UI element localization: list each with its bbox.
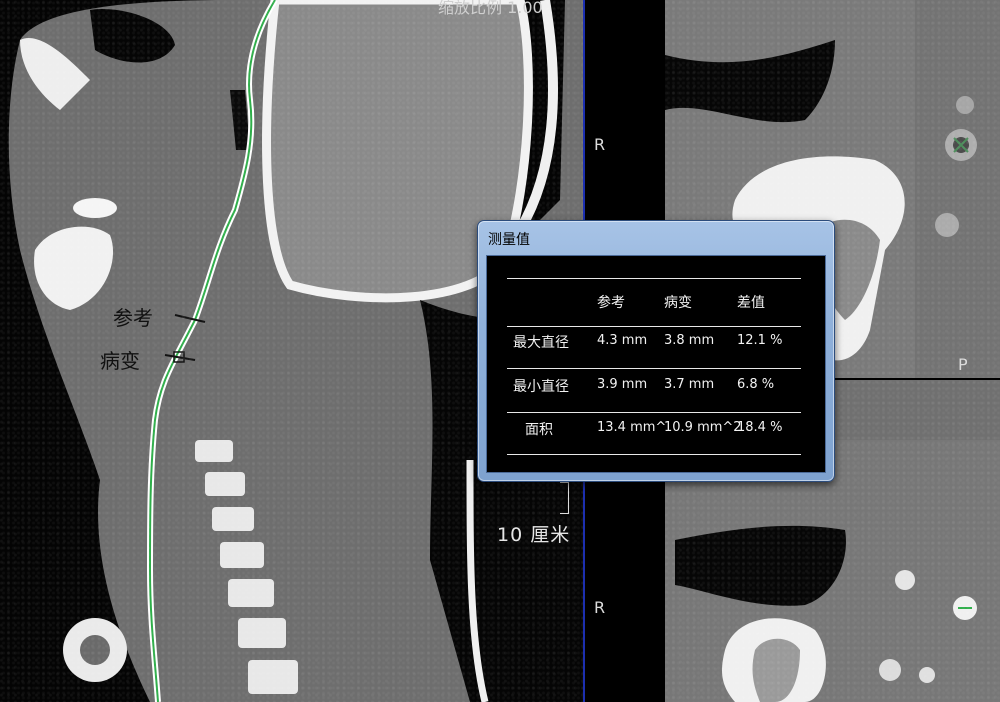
column-header-lesion: 病变 — [664, 295, 692, 311]
column-header-reference: 参考 — [597, 295, 625, 311]
min-diameter-difference: 6.8 % — [737, 377, 775, 392]
max-diameter-reference: 4.3 mm — [597, 333, 648, 348]
lesion-annotation[interactable]: 病变 — [100, 345, 140, 374]
orientation-marker-bottom: R — [594, 598, 606, 617]
table-rule — [507, 412, 801, 413]
orientation-marker-top: R — [594, 135, 606, 154]
row-label-max-diameter: 最大直径 — [513, 335, 569, 351]
column-header-difference: 差值 — [737, 295, 765, 311]
dialog-title[interactable]: 测量值 — [488, 229, 530, 249]
min-diameter-reference: 3.9 mm — [597, 377, 648, 392]
table-rule — [507, 326, 801, 327]
row-label-area: 面积 — [525, 422, 553, 438]
max-diameter-difference: 12.1 % — [737, 333, 783, 348]
area-lesion: 10.9 mm^2 — [664, 420, 742, 435]
measurement-dialog[interactable]: 测量值 参考 病变 差值 最大直径 4.3 mm 3.8 mm 12.1 % 最… — [477, 220, 835, 482]
scale-label: 10 厘米 — [497, 524, 571, 546]
area-difference: 18.4 % — [737, 420, 783, 435]
table-rule — [507, 278, 801, 279]
scale-bar — [560, 482, 569, 514]
zoom-level-label: 缩放比例 1.00 — [438, 0, 543, 17]
table-rule — [507, 368, 801, 369]
row-label-min-diameter: 最小直径 — [513, 379, 569, 395]
measurement-table: 参考 病变 差值 最大直径 4.3 mm 3.8 mm 12.1 % 最小直径 … — [486, 255, 826, 473]
table-rule — [507, 454, 801, 455]
max-diameter-lesion: 3.8 mm — [664, 333, 715, 348]
area-reference: 13.4 mm^ — [597, 420, 667, 435]
reference-annotation[interactable]: 参考 — [113, 302, 153, 331]
orientation-marker-posterior: P — [958, 355, 968, 374]
min-diameter-lesion: 3.7 mm — [664, 377, 715, 392]
